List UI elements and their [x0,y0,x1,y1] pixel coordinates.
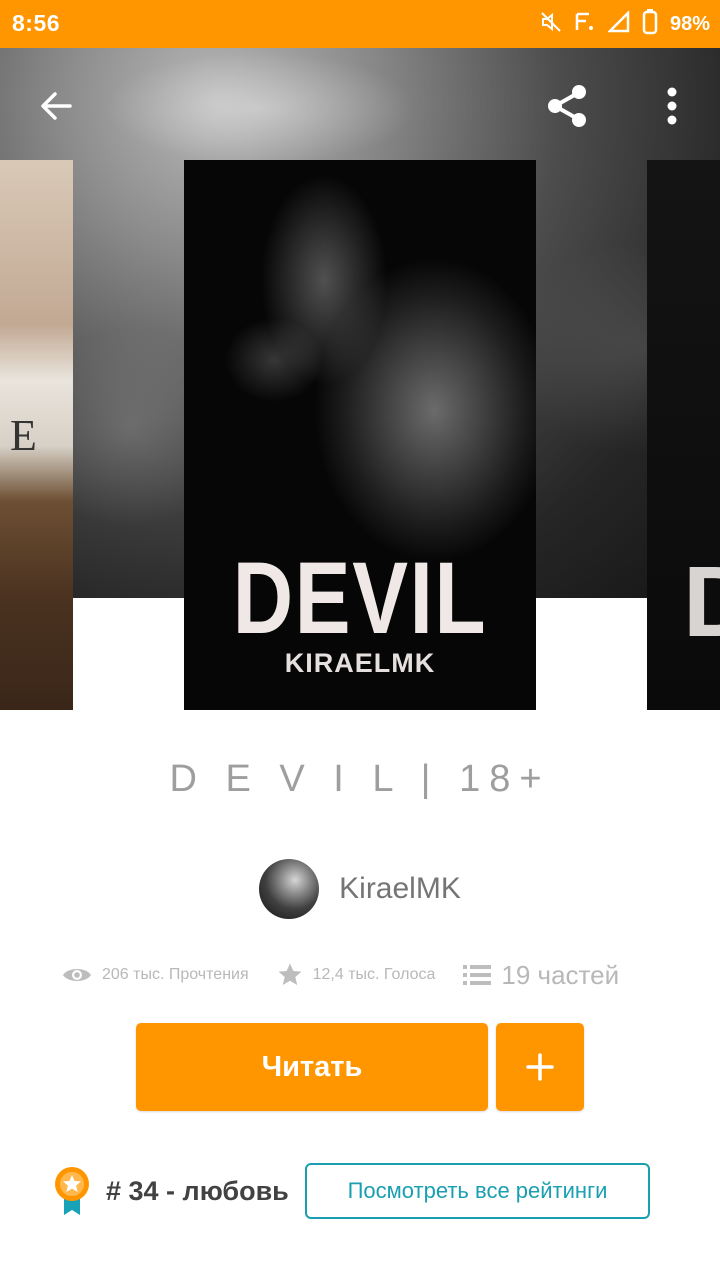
cover-next[interactable]: D [647,160,720,710]
signal-icon [606,9,630,38]
votes-count: 12,4 тыс. Голоса [312,966,436,983]
avatar [259,859,320,919]
book-title: D E V I L | 18+ [169,758,551,800]
view-all-rankings-button[interactable]: Посмотреть все рейтинги [305,1163,650,1219]
share-icon [548,85,586,127]
cover-next-letter: D [683,546,720,658]
reads-count: 206 тыс. Прочтения [102,966,249,983]
plus-icon [526,1053,554,1081]
rank-text: # 34 - любовь [106,1176,289,1206]
more-vertical-icon [667,87,677,125]
stats-row: 206 тыс. Прочтения 12,4 тыс. Голоса 19 ч… [62,955,662,995]
network-type-icon [574,11,596,38]
author-row[interactable]: KiraelMK [0,858,720,920]
votes-stat: 12,4 тыс. Голоса [277,962,436,988]
cover-previous[interactable]: E [0,160,73,710]
back-arrow-icon [41,92,72,120]
add-to-library-button[interactable] [496,1023,584,1111]
eye-icon [63,969,91,981]
back-button[interactable] [24,74,88,138]
share-button[interactable] [535,74,599,138]
cover-main[interactable]: DEVIL KIRAELMK [184,160,536,710]
battery-icon [642,8,658,40]
author-name: KiraelMK [339,872,461,905]
status-icons: 98% [540,8,710,40]
mute-icon [540,11,562,38]
reads-stat: 206 тыс. Прочтения [62,965,249,985]
status-bar: 8:56 98% [0,0,720,48]
star-icon [278,963,302,985]
list-icon [463,965,492,985]
medal-icon [55,1167,89,1215]
battery-percentage: 98% [669,12,710,35]
parts-stat: 19 частей [463,960,619,991]
more-options-button[interactable] [640,74,704,138]
status-time: 8:56 [12,10,61,36]
cover-title: DEVIL [232,541,488,655]
parts-count: 19 частей [501,959,620,990]
ranking-row: # 34 - любовь Посмотреть все рейтинги [0,1160,720,1220]
read-button[interactable]: Читать [136,1023,488,1111]
cover-author: KIRAELMK [284,648,436,678]
cover-previous-letter: E [10,411,37,460]
